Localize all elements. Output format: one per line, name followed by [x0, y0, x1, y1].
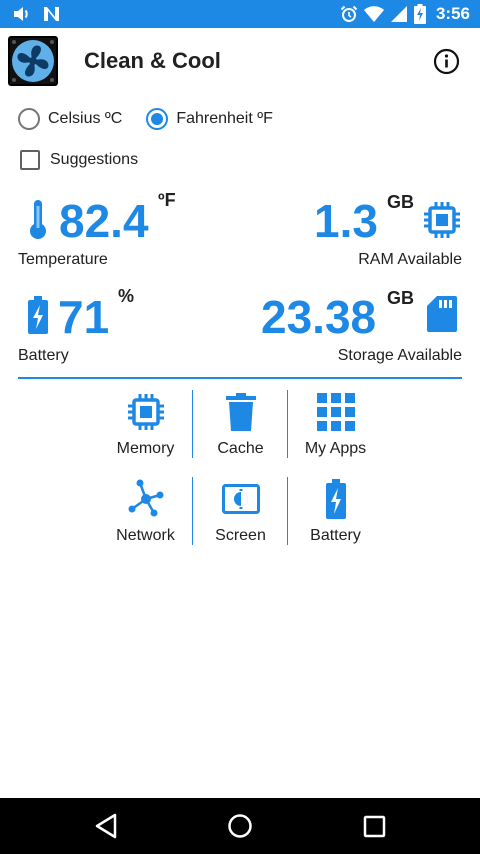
tool-label: Screen — [215, 527, 266, 544]
storage-value: 23.38 — [261, 291, 377, 343]
recents-icon — [363, 815, 386, 838]
my-apps-tool-button[interactable]: My Apps — [288, 392, 383, 462]
tool-label: My Apps — [304, 440, 367, 457]
suggestions-checkbox[interactable] — [20, 150, 40, 170]
home-button[interactable] — [226, 812, 254, 845]
thermometer-icon — [28, 200, 48, 245]
network-tool-button[interactable]: Network — [98, 479, 193, 549]
battery-charging-icon — [28, 296, 48, 339]
storage-unit: GB — [387, 288, 414, 308]
battery-tool-button[interactable]: Battery — [288, 479, 383, 549]
temperature-label: Temperature — [18, 251, 108, 268]
suggestions-checkbox-row[interactable]: Suggestions — [20, 150, 138, 170]
chip-icon — [423, 201, 461, 244]
ram-value: 1.3 — [314, 195, 378, 247]
info-button[interactable] — [433, 48, 460, 75]
status-time: 3:56 — [435, 4, 470, 23]
back-icon — [95, 813, 117, 839]
battery-value: 71 — [58, 291, 110, 343]
celsius-label: Celsius ºC — [48, 110, 123, 127]
storage-label: Storage Available — [337, 347, 462, 364]
ram-label: RAM Available — [358, 251, 462, 268]
signal-icon — [390, 5, 408, 23]
fan-logo-icon — [8, 36, 58, 86]
app-title: Clean & Cool — [84, 48, 221, 73]
temperature-value: 82.4 — [59, 195, 149, 247]
home-icon — [228, 814, 252, 838]
back-button[interactable] — [93, 812, 119, 845]
fahrenheit-radio[interactable]: Fahrenheit ºF — [146, 108, 273, 130]
radio-circle — [18, 108, 40, 130]
app-bar: Clean & Cool — [0, 28, 480, 94]
notification-n-icon — [42, 4, 62, 24]
battery-unit: % — [118, 286, 135, 306]
tool-label: Cache — [217, 440, 264, 457]
divider — [18, 377, 462, 379]
sd-card-icon — [427, 296, 457, 337]
trash-icon — [225, 392, 256, 432]
screen-brightness-icon — [221, 479, 260, 519]
chip-icon — [127, 392, 165, 432]
celsius-radio[interactable]: Celsius ºC — [18, 108, 122, 130]
ram-unit: GB — [387, 192, 414, 212]
fahrenheit-label: Fahrenheit ºF — [176, 110, 273, 127]
status-bar: 3:56 — [0, 0, 480, 28]
wifi-icon — [363, 5, 384, 23]
alarm-icon — [340, 5, 358, 23]
suggestions-label: Suggestions — [50, 151, 139, 168]
memory-tool-button[interactable]: Memory — [98, 392, 193, 462]
recents-button[interactable] — [362, 812, 388, 845]
navigation-bar — [0, 798, 480, 854]
tool-label: Battery — [310, 527, 361, 544]
network-icon — [126, 479, 166, 519]
battery-charging-icon — [325, 479, 347, 519]
battery-charging-icon — [413, 4, 426, 24]
tool-label: Network — [116, 527, 175, 544]
info-icon — [433, 48, 460, 75]
screen-tool-button[interactable]: Screen — [193, 479, 288, 549]
volume-icon — [12, 4, 32, 24]
apps-grid-icon — [316, 392, 355, 432]
temperature-unit: ºF — [158, 190, 176, 210]
tool-label: Memory — [116, 440, 175, 457]
temperature-unit-group: Celsius ºC Fahrenheit ºF — [18, 106, 297, 132]
cache-tool-button[interactable]: Cache — [193, 392, 288, 462]
battery-label: Battery — [18, 347, 69, 364]
radio-circle-selected — [146, 108, 169, 130]
